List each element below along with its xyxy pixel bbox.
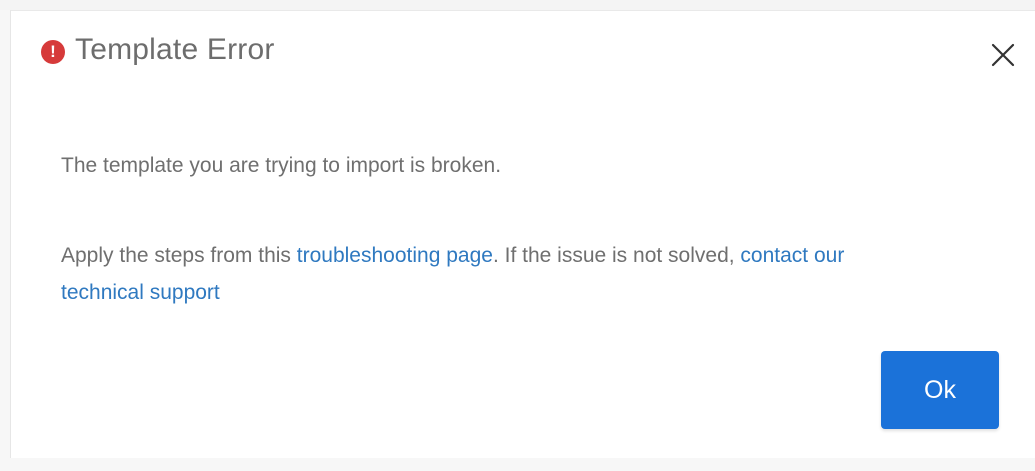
error-message: The template you are trying to import is… (61, 154, 502, 177)
help-message-prefix: Apply the steps from this (61, 244, 297, 267)
help-message-middle: . If the issue is not solved, (492, 244, 741, 267)
background-page-strip: ▔▔▔▔▔▔▔▔ (0, 0, 1035, 10)
ok-button[interactable]: Ok (881, 351, 999, 429)
dialog-title: Template Error (75, 33, 275, 66)
dialog-header: ! Template Error (11, 11, 1035, 97)
error-exclamation-icon: ! (41, 40, 65, 64)
troubleshooting-page-link[interactable]: troubleshooting page (297, 244, 493, 267)
background-left-edge (0, 10, 10, 471)
help-message: Apply the steps from this troubleshootin… (61, 237, 921, 311)
background-bottom-edge (0, 458, 1035, 471)
close-icon (991, 43, 1015, 67)
background-page-text: ▔▔▔▔▔▔▔▔ (230, 0, 492, 10)
page: ▔▔▔▔▔▔▔▔ ! Template Error The template y… (0, 0, 1035, 471)
template-error-dialog: ! Template Error The template you are tr… (10, 10, 1035, 458)
close-button[interactable] (989, 41, 1019, 71)
